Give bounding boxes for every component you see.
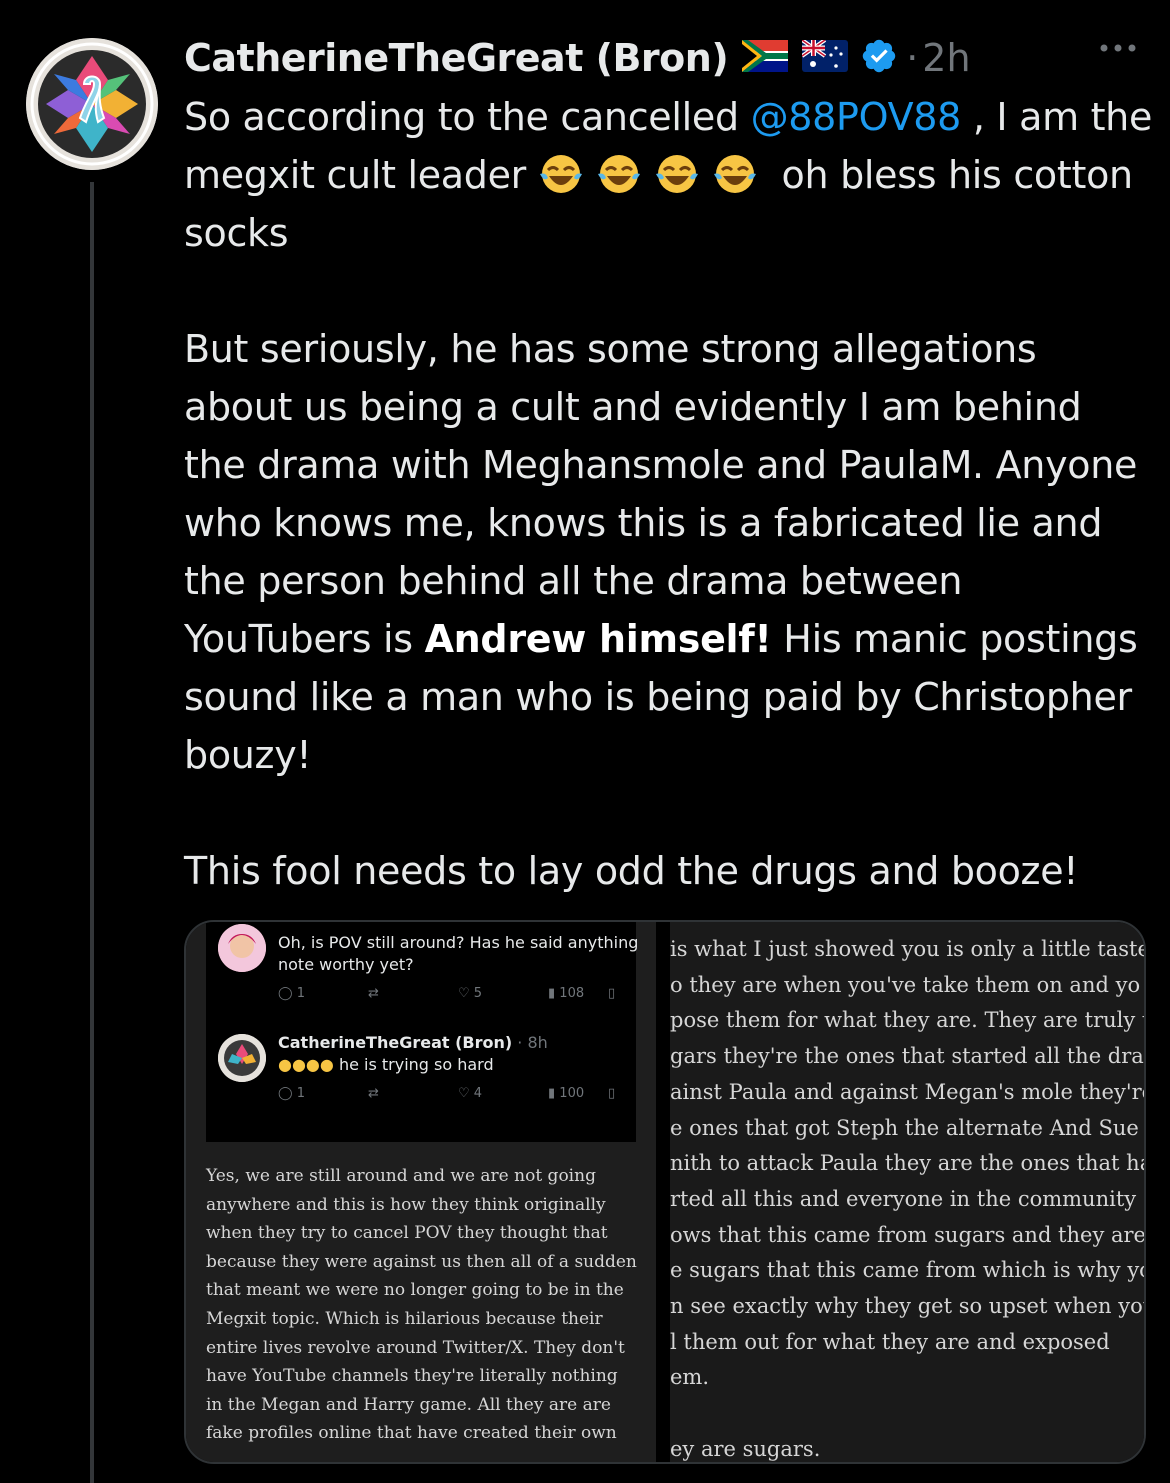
reply-header: CatherineTheGreat (Bron) · 8h [278, 1032, 638, 1054]
text-line: fake profiles online that have created t… [206, 1423, 617, 1444]
media-image-left[interactable]: Oh, is POV still around? Has he said any… [186, 922, 656, 1462]
text-segment: So according to the cancelled [184, 95, 751, 139]
tweet-header: CatherineTheGreat (Bron) · 2h [184, 30, 971, 86]
separator-dot: · [906, 36, 919, 80]
action-bar: ◯ 1 ⇄ ♡ 4 ▮ 100 ▯ [278, 1086, 638, 1101]
reply-text-line: he is trying so hard [338, 1055, 494, 1074]
text-line: have YouTube channels they're literally … [206, 1366, 618, 1387]
media-image-right[interactable]: is what I just showed you is only a litt… [670, 922, 1144, 1462]
avatar [218, 1034, 266, 1082]
face-with-tears-of-joy-icon [654, 152, 704, 193]
bold-text: Andrew himself! [424, 617, 772, 661]
text-line: e sugars that this came from which is wh… [670, 1258, 1144, 1283]
avatar [218, 924, 266, 972]
media-divider [656, 922, 670, 1462]
reply-text-line: note worthy yet? [278, 955, 414, 974]
display-name[interactable]: CatherineTheGreat (Bron) [184, 36, 729, 80]
text-line: Megxit topic. Which is hilarious because… [206, 1308, 603, 1329]
text-line: o they are when you've take them on and … [670, 972, 1141, 997]
reply-text: Oh, is POV still around? Has he said any… [278, 932, 638, 976]
text-line [670, 1396, 1144, 1432]
bookmark-icon[interactable]: ▯ [608, 1086, 615, 1101]
text-line: Yes, we are still around and we are not … [206, 1166, 596, 1186]
reply-count[interactable]: ◯ 1 [278, 1086, 368, 1101]
face-with-tears-of-joy-icon [596, 152, 646, 193]
face-with-tears-of-joy-icon [538, 152, 588, 193]
cancer-ribbon-logo-icon [218, 1034, 266, 1082]
verified-badge-icon[interactable] [860, 37, 898, 79]
tweet-media[interactable]: Oh, is POV still around? Has he said any… [184, 920, 1146, 1464]
text-line: nith to attack Paula they are the ones t… [670, 1151, 1144, 1176]
timestamp[interactable]: 2h [922, 36, 970, 80]
action-bar: ◯ 1 ⇄ ♡ 5 ▮ 108 ▯ [278, 986, 638, 1001]
like-count[interactable]: ♡ 4 [458, 1086, 548, 1101]
text-line: pose them for what they are. They are tr… [670, 1008, 1144, 1033]
tweet-paragraph-3: This fool needs to lay odd the drugs and… [184, 849, 1079, 893]
view-count[interactable]: ▮ 108 [548, 986, 608, 1001]
mention-link[interactable]: @88POV88 [751, 95, 962, 139]
tweet-paragraph-1: So according to the cancelled @88POV88 ,… [184, 88, 1154, 262]
text-line: em. [670, 1365, 710, 1390]
text-line: when they try to cancel POV they thought… [206, 1223, 608, 1244]
reply-count[interactable]: ◯ 1 [278, 986, 368, 1001]
like-count[interactable]: ♡ 5 [458, 986, 548, 1001]
more-icon[interactable] [1096, 38, 1140, 62]
reply-author: CatherineTheGreat (Bron) [278, 1033, 513, 1052]
text-line: entire lives revolve around Twitter/X. T… [206, 1337, 625, 1358]
cancer-ribbon-logo-icon [26, 38, 158, 170]
reply-text: ●●●● he is trying so hard [278, 1054, 638, 1076]
text-line: ainst Paula and against Megan's mole the… [670, 1079, 1144, 1104]
bookmark-icon[interactable]: ▯ [608, 986, 615, 1001]
reply-count-value: 1 [296, 986, 305, 1001]
text-line: ows that this came from sugars and they … [670, 1222, 1144, 1247]
text-line: e ones that got Steph the alternate And … [670, 1115, 1139, 1140]
tweet-paragraph-2: But seriously, he has some strong allega… [184, 320, 1154, 784]
text-line: ey are sugars. [670, 1436, 821, 1461]
text-line: n see exactly why they get so upset when… [670, 1294, 1144, 1319]
like-count-value: 4 [473, 1086, 483, 1101]
australia-flag-icon [801, 38, 849, 76]
view-count-value: 100 [559, 1086, 585, 1101]
reply-time: · 8h [517, 1033, 548, 1052]
thread-line [90, 182, 94, 1483]
screenshot-text-left: Yes, we are still around and we are not … [206, 1162, 646, 1448]
text-line: gars they're the ones that started all t… [670, 1044, 1144, 1069]
retweet-icon[interactable]: ⇄ [368, 1086, 458, 1101]
view-count[interactable]: ▮ 100 [548, 1086, 608, 1101]
face-with-tears-of-joy-icon: ●●●● [278, 1055, 334, 1074]
text-line: because they were against us then all of… [206, 1251, 637, 1272]
retweet-icon[interactable]: ⇄ [368, 986, 458, 1001]
bitmoji-avatar-icon [218, 924, 266, 972]
view-count-value: 108 [559, 986, 585, 1001]
text-line: is what I just showed you is only a litt… [670, 937, 1144, 961]
text-line: rted all this and everyone in the commun… [670, 1186, 1137, 1211]
face-with-tears-of-joy-icon [712, 152, 762, 193]
text-line: l them out for what they are and exposed [670, 1329, 1110, 1354]
screenshot-text-right: is what I just showed you is only a litt… [670, 932, 1144, 1462]
reply-text-line: Oh, is POV still around? Has he said any… [278, 933, 639, 952]
tweet-text: So according to the cancelled @88POV88 ,… [184, 88, 1154, 900]
text-line: anywhere and this is how they think orig… [206, 1194, 606, 1215]
like-count-value: 5 [473, 986, 483, 1001]
text-line: that meant we were no longer going to be… [206, 1280, 624, 1301]
reply-count-value: 1 [296, 1086, 305, 1101]
south-africa-flag-icon [742, 40, 789, 76]
text-line: in the Megan and Harry game. All they ar… [206, 1394, 611, 1415]
embedded-screenshot-thread: Oh, is POV still around? Has he said any… [206, 922, 638, 1142]
text-segment: But seriously, he has some strong allega… [184, 327, 1138, 661]
avatar[interactable] [26, 38, 158, 170]
